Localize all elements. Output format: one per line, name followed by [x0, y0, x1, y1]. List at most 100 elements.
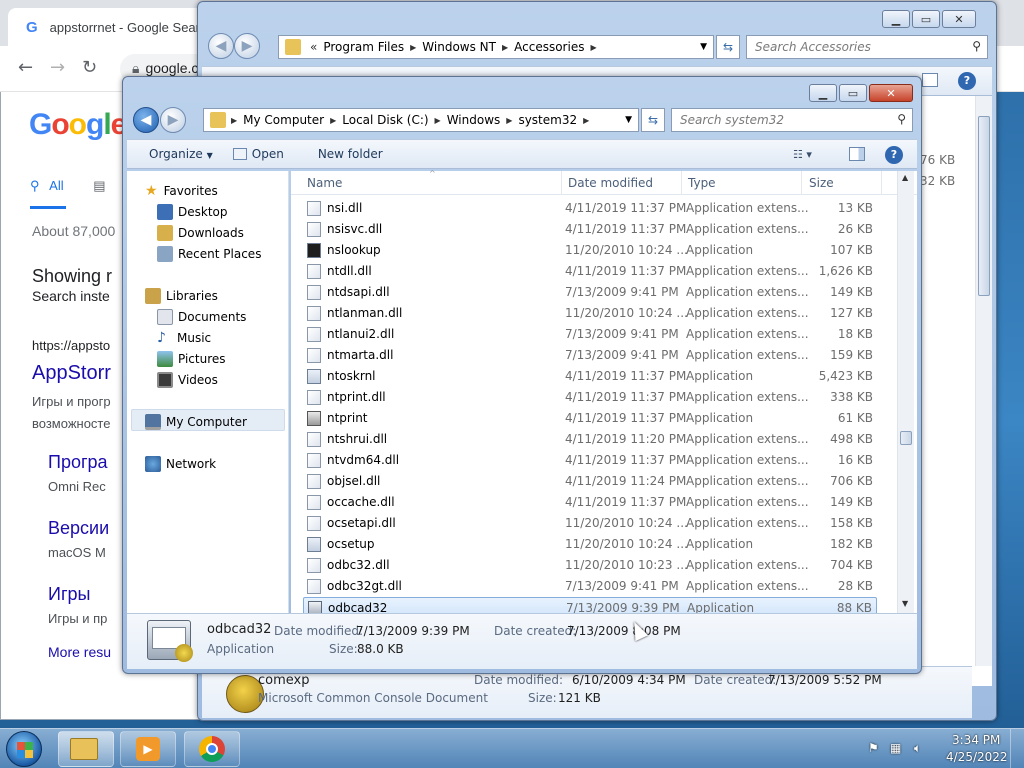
file-row[interactable]: ntlanman.dll 11/20/2010 10:24 ... Applicat… — [303, 303, 877, 324]
scroll-down-icon[interactable]: ▼ — [902, 599, 908, 608]
file-row[interactable]: nslookup 11/20/2010 10:24 ... Application 1… — [303, 240, 877, 261]
file-size: 1,626 KB — [818, 264, 873, 278]
column-date-modified[interactable]: Date modified — [568, 176, 653, 190]
minimize-button[interactable]: ▁ — [809, 84, 837, 102]
file-row[interactable]: ntoskrnl 4/11/2019 11:37 PM Application 5,4… — [303, 366, 877, 387]
refresh-icon[interactable]: ⇆ — [641, 108, 665, 132]
nav-downloads[interactable]: Downloads — [157, 225, 244, 241]
taskbar-media-player-button[interactable]: ▶ — [120, 731, 176, 767]
taskbar-explorer-button[interactable] — [58, 731, 114, 767]
file-row[interactable]: ntshrui.dll 4/11/2019 11:20 PM Application… — [303, 429, 877, 450]
open-button[interactable]: Open — [223, 147, 294, 161]
views-icon[interactable]: ☷ ▾ — [793, 148, 812, 161]
column-size[interactable]: Size — [809, 176, 834, 190]
forward-icon[interactable]: ▶ — [234, 33, 260, 59]
file-row[interactable]: occache.dll 4/11/2019 11:37 PM Application… — [303, 492, 877, 513]
breadcrumb-item[interactable]: system32 — [518, 113, 577, 127]
scroll-up-icon[interactable]: ▲ — [902, 173, 908, 182]
nav-libraries[interactable]: Libraries — [145, 288, 218, 304]
nav-videos[interactable]: Videos — [157, 372, 218, 388]
close-button[interactable]: ✕ — [942, 10, 976, 28]
file-row[interactable]: ntdsapi.dll 7/13/2009 9:41 PM Application … — [303, 282, 877, 303]
file-row[interactable]: ntdll.dll 4/11/2019 11:37 PM Application e… — [303, 261, 877, 282]
volume-icon[interactable]: 🔈︎ — [914, 741, 921, 756]
file-row[interactable]: odbc32.dll 11/20/2010 10:23 ... Applicatio… — [303, 555, 877, 576]
back-icon[interactable]: ← — [18, 58, 33, 78]
forward-icon[interactable]: → — [50, 58, 65, 78]
accessories-search-input[interactable]: Search Accessories ⚲ — [746, 35, 988, 59]
images-icon[interactable]: ▤ — [93, 178, 105, 193]
result-title[interactable]: AppStorr — [32, 362, 111, 385]
help-icon[interactable]: ? — [885, 146, 903, 164]
file-row[interactable]: ntmarta.dll 7/13/2009 9:41 PM Application … — [303, 345, 877, 366]
help-icon[interactable]: ? — [958, 72, 976, 90]
column-divider[interactable] — [561, 171, 562, 195]
clock-date[interactable]: 4/25/2022 — [946, 750, 1008, 764]
nav-network[interactable]: Network — [145, 456, 216, 472]
maximize-button[interactable]: ▭ — [912, 10, 940, 28]
file-row[interactable]: ocsetapi.dll 11/20/2010 10:24 ... Applicat… — [303, 513, 877, 534]
chrome-tab[interactable]: G appstorrnet - Google Search — [8, 8, 218, 46]
network-tray-icon[interactable]: ▦ — [890, 741, 901, 755]
maximize-button[interactable]: ▭ — [839, 84, 867, 102]
scrollbar-thumb[interactable] — [900, 431, 912, 445]
clock-time[interactable]: 3:34 PM — [952, 733, 1000, 747]
forward-icon[interactable]: ▶ — [160, 107, 186, 133]
breadcrumb-item[interactable]: Windows — [447, 113, 501, 127]
more-results-link[interactable]: More resu — [48, 644, 111, 660]
taskbar-chrome-button[interactable] — [184, 731, 240, 767]
nav-my-computer[interactable]: My Computer — [145, 414, 247, 430]
nav-documents[interactable]: Documents — [157, 309, 246, 325]
nav-favorites[interactable]: ★ Favorites — [145, 183, 218, 199]
file-row[interactable]: ocsetup 11/20/2010 10:24 ... Application 18… — [303, 534, 877, 555]
file-row[interactable]: nsisvc.dll 4/11/2019 11:37 PM Application … — [303, 219, 877, 240]
file-row[interactable]: ntprint.dll 4/11/2019 11:37 PM Application… — [303, 387, 877, 408]
system32-address-bar[interactable]: ▶ My Computer ▶ Local Disk (C:) ▶ Windows ▶… — [203, 108, 639, 132]
nav-recent-places[interactable]: Recent Places — [157, 246, 261, 262]
column-divider[interactable] — [801, 171, 802, 195]
organize-button[interactable]: Organize ▼ — [139, 147, 223, 161]
file-row[interactable]: ntprint 4/11/2019 11:37 PM Application 61 K… — [303, 408, 877, 429]
new-folder-button[interactable]: New folder — [308, 147, 393, 161]
file-row[interactable]: nsi.dll 4/11/2019 11:37 PM Application ext… — [303, 198, 877, 219]
column-name[interactable]: Name — [307, 176, 342, 190]
reload-icon[interactable]: ↻ — [82, 58, 97, 78]
accessories-scrollbar[interactable] — [975, 96, 992, 666]
preview-pane-icon[interactable] — [849, 147, 865, 161]
scrollbar-thumb[interactable] — [978, 116, 990, 296]
breadcrumb-item[interactable]: Accessories — [514, 40, 584, 54]
search-instead[interactable]: Search inste — [32, 288, 110, 304]
dropdown-icon[interactable]: ▼ — [625, 115, 632, 125]
nav-pictures[interactable]: Pictures — [157, 351, 226, 367]
system32-search-input[interactable]: Search system32 ⚲ — [671, 108, 913, 132]
nav-desktop[interactable]: Desktop — [157, 204, 228, 220]
action-center-icon[interactable]: ⚑ — [868, 741, 879, 755]
breadcrumb-item[interactable]: Windows NT — [422, 40, 496, 54]
minimize-button[interactable]: ▁ — [882, 10, 910, 28]
preview-pane-icon[interactable] — [922, 73, 938, 87]
file-row[interactable]: ntvdm64.dll 4/11/2019 11:37 PM Application… — [303, 450, 877, 471]
close-button[interactable]: ✕ — [869, 84, 913, 102]
file-row[interactable]: odbc32gt.dll 7/13/2009 9:41 PM Application… — [303, 576, 877, 597]
column-type[interactable]: Type — [688, 176, 716, 190]
sitelink-1-title[interactable]: Програ — [48, 452, 108, 473]
file-row[interactable]: ntlanui2.dll 7/13/2009 9:41 PM Application… — [303, 324, 877, 345]
show-desktop-button[interactable] — [1010, 729, 1024, 768]
nav-music[interactable]: ♪ Music — [157, 330, 211, 346]
sitelink-3-title[interactable]: Игры — [48, 584, 90, 605]
breadcrumb-item[interactable]: Local Disk (C:) — [342, 113, 428, 127]
file-row[interactable]: objsel.dll 4/11/2019 11:24 PM Application … — [303, 471, 877, 492]
back-icon[interactable]: ◀ — [208, 33, 234, 59]
dropdown-icon[interactable]: ▼ — [700, 42, 707, 52]
column-divider[interactable] — [681, 171, 682, 195]
column-divider[interactable] — [881, 171, 882, 195]
breadcrumb-item[interactable]: Program Files — [323, 40, 404, 54]
refresh-icon[interactable]: ⇆ — [716, 35, 740, 59]
accessories-address-bar[interactable]: « Program Files ▶ Windows NT ▶ Accessories… — [278, 35, 714, 59]
breadcrumb-item[interactable]: My Computer — [243, 113, 324, 127]
file-list-scrollbar[interactable]: ▲ ▼ — [897, 171, 914, 613]
start-button[interactable] — [6, 731, 42, 767]
filter-all[interactable]: All — [49, 178, 63, 193]
sitelink-2-title[interactable]: Версии — [48, 518, 109, 539]
back-icon[interactable]: ◀ — [133, 107, 159, 133]
